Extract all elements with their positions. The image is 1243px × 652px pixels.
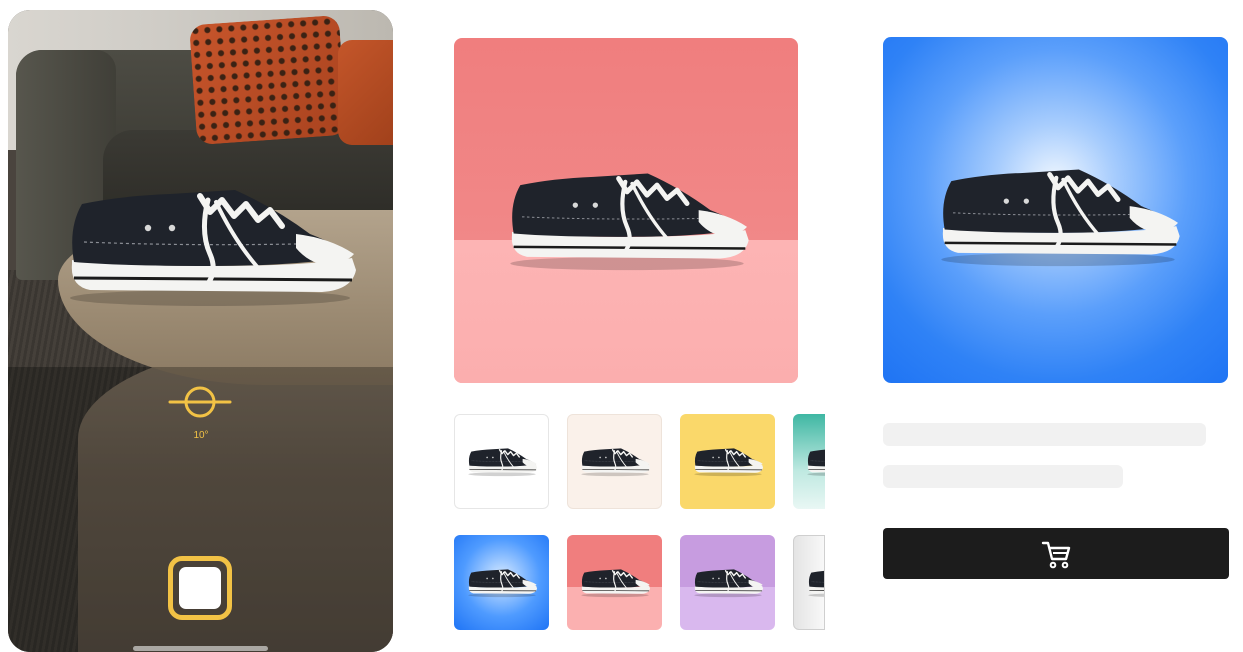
scene-pillow (188, 14, 348, 146)
shutter-button[interactable] (168, 556, 232, 620)
thumb-sneaker (467, 568, 538, 598)
camera-viewfinder: 10° (8, 10, 393, 652)
thumb-sneaker (467, 447, 538, 477)
level-indicator-icon (168, 386, 232, 418)
bg-option-red[interactable] (567, 535, 662, 630)
product-sneaker (933, 162, 1183, 272)
thumb-sneaker (807, 568, 824, 598)
product-title-placeholder (883, 423, 1206, 446)
add-to-cart-button[interactable] (883, 528, 1229, 579)
product-subtitle-placeholder (883, 465, 1123, 488)
bg-option-grey[interactable] (793, 535, 825, 630)
product-image (883, 37, 1228, 383)
thumb-sneaker (580, 568, 651, 598)
level-angle-text: 10° (193, 430, 209, 441)
bg-option-blue[interactable] (454, 535, 549, 630)
bg-option-white[interactable] (454, 414, 549, 509)
bg-option-cream[interactable] (567, 414, 662, 509)
camera-sneaker (60, 182, 360, 312)
shutter-icon (179, 567, 221, 609)
thumb-sneaker (806, 447, 825, 477)
scene-pillow-orange (338, 40, 393, 145)
background-editor (430, 10, 825, 652)
bg-option-yellow[interactable] (680, 414, 775, 509)
cart-icon (1041, 541, 1071, 568)
bg-option-purple[interactable] (680, 535, 775, 630)
thumb-sneaker (693, 447, 764, 477)
thumb-sneaker (580, 447, 651, 477)
bg-option-teal[interactable] (793, 414, 825, 509)
preview-image (454, 38, 798, 383)
preview-sneaker (502, 166, 752, 276)
thumb-sneaker (693, 568, 764, 598)
home-indicator (133, 646, 268, 651)
product-card (883, 37, 1229, 597)
